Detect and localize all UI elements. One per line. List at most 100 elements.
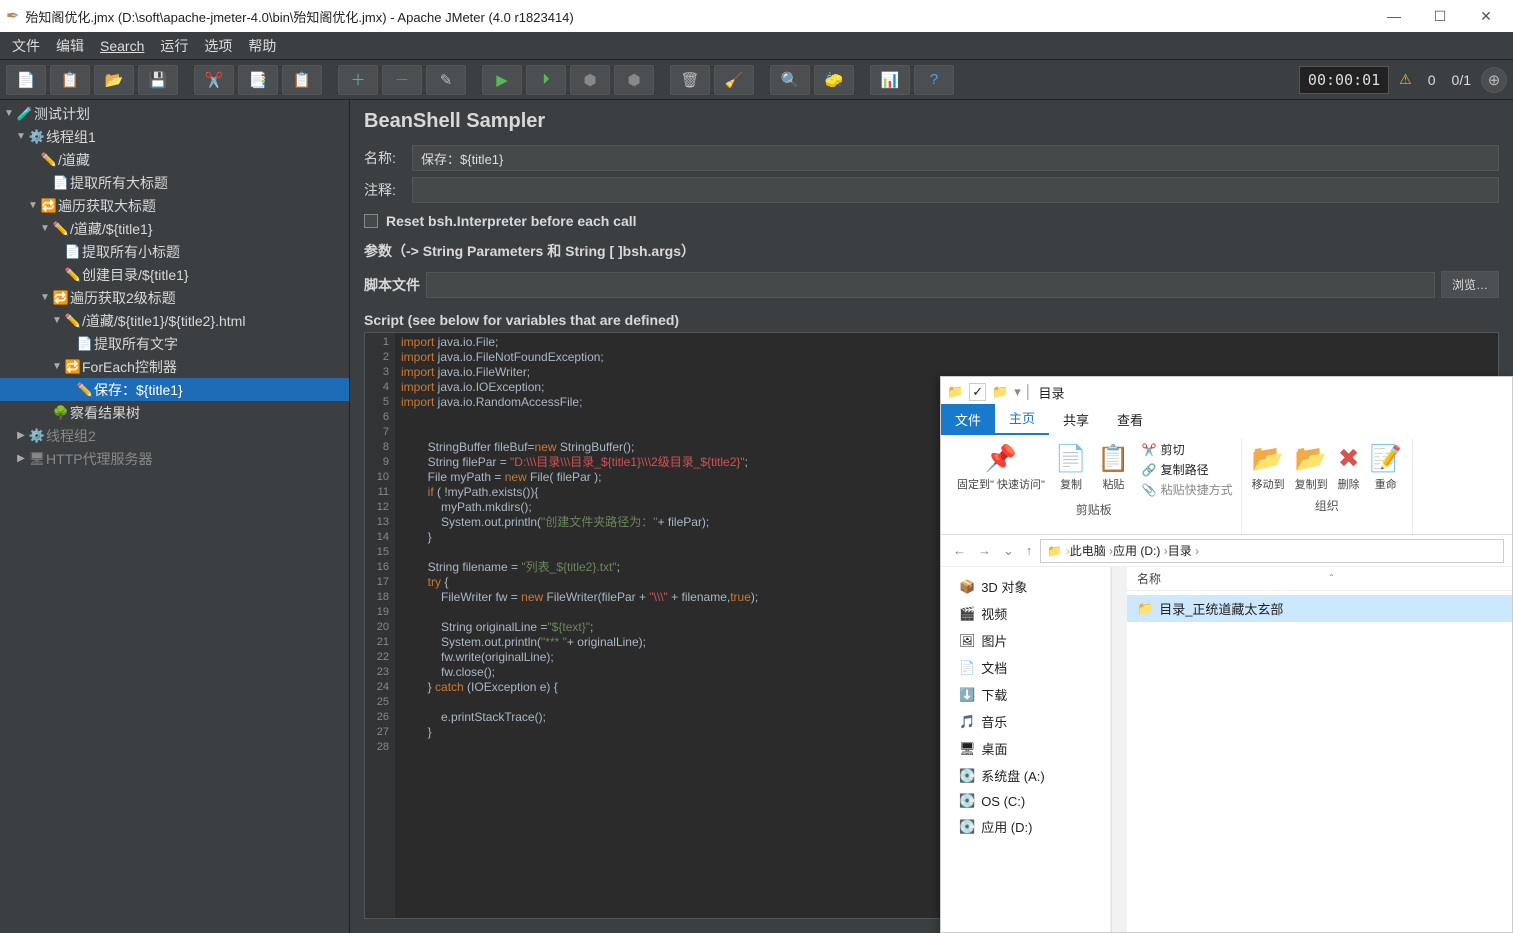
nav-item[interactable]: 🎬视频 [941, 600, 1110, 627]
minimize-button[interactable]: — [1371, 0, 1417, 32]
cut-button-exp[interactable]: ✂️剪切 [1142, 441, 1233, 458]
ribbon-tabs: 文件 主页 共享 查看 [941, 407, 1512, 435]
delete-button[interactable]: ✖删除 [1336, 441, 1362, 494]
new-button[interactable]: 📄 [6, 65, 46, 95]
tree-node[interactable]: ▶⚙️线程组2 [0, 424, 349, 447]
tree-node[interactable]: ▶🖥HTTP代理服务器 [0, 447, 349, 470]
copy-button-exp[interactable]: 📄复制 [1053, 441, 1089, 498]
close-button[interactable]: ✕ [1463, 0, 1509, 32]
reset-search-button[interactable]: 🧽 [814, 65, 854, 95]
scriptfile-label: 脚本文件 [364, 275, 420, 295]
warning-count: 0 [1422, 72, 1442, 88]
open-button[interactable]: 📂 [94, 65, 134, 95]
menu-file[interactable]: 文件 [4, 32, 48, 60]
tree-node[interactable]: ▼🧪测试计划 [0, 102, 349, 125]
pin-button[interactable]: 📌固定到" 快速访问" [955, 441, 1047, 498]
tree-node[interactable]: 📄提取所有大标题 [0, 171, 349, 194]
warning-icon: ⚠ [1393, 71, 1418, 88]
tree-node[interactable]: ▼🔁ForEach控制器 [0, 355, 349, 378]
name-input[interactable] [412, 145, 1499, 171]
group-organize: 组织 [1315, 494, 1339, 514]
nav-item[interactable]: ⬇️下载 [941, 681, 1110, 708]
toggle-button[interactable]: ✎ [426, 65, 466, 95]
clear-all-button[interactable]: 🧹 [714, 65, 754, 95]
moveto-button[interactable]: 📂移动到 [1250, 441, 1287, 494]
start-button[interactable]: ▶ [482, 65, 522, 95]
tab-view[interactable]: 查看 [1103, 404, 1157, 435]
tree-node[interactable]: ✏️保存：${title1} [0, 378, 349, 401]
test-plan-tree[interactable]: ▼🧪测试计划▼⚙️线程组1✏️/道藏📄提取所有大标题▼🔁遍历获取大标题▼✏️/道… [0, 100, 350, 933]
nav-scrollbar[interactable] [1111, 567, 1127, 932]
paste-button[interactable]: 📋 [282, 65, 322, 95]
back-button[interactable]: ← [949, 543, 970, 558]
pasteshort-button[interactable]: 📎粘贴快捷方式 [1142, 481, 1233, 498]
rename-button[interactable]: 📝重命 [1368, 441, 1404, 494]
browse-button[interactable]: 浏览… [1441, 271, 1499, 298]
paste-button-exp[interactable]: 📋粘贴 [1095, 441, 1131, 498]
tree-node[interactable]: ▼✏️/道藏/${title1} [0, 217, 349, 240]
copypath-button[interactable]: 🔗复制路径 [1142, 461, 1233, 478]
search-tree-button[interactable]: 🔍 [770, 65, 810, 95]
tree-node[interactable]: 🌳察看结果树 [0, 401, 349, 424]
expand-button[interactable]: ＋ [338, 65, 378, 95]
menu-help[interactable]: 帮助 [240, 32, 284, 60]
nav-item[interactable]: 📄文档 [941, 654, 1110, 681]
templates-button[interactable]: 📋 [50, 65, 90, 95]
qs-icon: ✓ [969, 383, 986, 401]
tree-node[interactable]: 📄提取所有文字 [0, 332, 349, 355]
tree-node[interactable]: ▼✏️/道藏/${title1}/${title2}.html [0, 309, 349, 332]
nav-item[interactable]: 💽系统盘 (A:) [941, 762, 1110, 789]
tree-node[interactable]: ✏️/道藏 [0, 148, 349, 171]
tab-share[interactable]: 共享 [1049, 404, 1103, 435]
save-button[interactable]: 💾 [138, 65, 178, 95]
nav-item[interactable]: 💽应用 (D:) [941, 813, 1110, 840]
nav-item[interactable]: 🖼图片 [941, 627, 1110, 654]
tab-home[interactable]: 主页 [995, 402, 1049, 435]
breadcrumb[interactable]: 📁 › 此电脑 应用 (D:) 目录 [1040, 539, 1504, 563]
tab-file[interactable]: 文件 [941, 404, 995, 435]
file-item[interactable]: 📁 目录_正统道藏太玄部 [1127, 595, 1512, 622]
function-helper-button[interactable]: 📊 [870, 65, 910, 95]
column-header[interactable]: 名称 ˆ [1127, 567, 1512, 591]
comment-label: 注释: [364, 180, 412, 200]
cut-button[interactable]: ✂️ [194, 65, 234, 95]
maximize-button[interactable]: ☐ [1417, 0, 1463, 32]
tree-node[interactable]: ✏️创建目录/${title1} [0, 263, 349, 286]
scriptfile-input[interactable] [426, 272, 1435, 298]
tree-node[interactable]: 📄提取所有小标题 [0, 240, 349, 263]
shutdown-button[interactable]: ⬢ [614, 65, 654, 95]
nav-pane[interactable]: 📦3D 对象🎬视频🖼图片📄文档⬇️下载🎵音乐🖥桌面💽系统盘 (A:)💽OS (C… [941, 567, 1111, 932]
tree-node[interactable]: ▼🔁遍历获取2级标题 [0, 286, 349, 309]
file-explorer: 📁 ✓ 📁 ▾ │ 目录 文件 主页 共享 查看 📌固定到" 快速访问" 📄复制… [940, 376, 1513, 933]
line-gutter: 1234567891011121314151617181920212223242… [365, 333, 395, 918]
tree-node[interactable]: ▼⚙️线程组1 [0, 125, 349, 148]
menu-edit[interactable]: 编辑 [48, 32, 92, 60]
tree-node[interactable]: ▼🔁遍历获取大标题 [0, 194, 349, 217]
window-title: 殆知阁优化.jmx (D:\soft\apache-jmeter-4.0\bin… [25, 7, 1371, 26]
stop-button[interactable]: ⬢ [570, 65, 610, 95]
window-titlebar: ✒ 殆知阁优化.jmx (D:\soft\apache-jmeter-4.0\b… [0, 0, 1513, 32]
clear-button[interactable]: 🗑 [670, 65, 710, 95]
nav-item[interactable]: 💽OS (C:) [941, 789, 1110, 813]
collapse-button[interactable]: － [382, 65, 422, 95]
explorer-title: 目录 [1039, 383, 1065, 402]
nav-item[interactable]: 📦3D 对象 [941, 573, 1110, 600]
copy-button[interactable]: 📑 [238, 65, 278, 95]
group-clipboard: 剪贴板 [1076, 498, 1112, 518]
start-no-pause-button[interactable]: ⏵ [526, 65, 566, 95]
nav-item[interactable]: 🖥桌面 [941, 735, 1110, 762]
recent-drop[interactable]: ⌄ [999, 543, 1018, 559]
menu-search[interactable]: Search [92, 34, 152, 58]
menu-run[interactable]: 运行 [152, 32, 196, 60]
help-button[interactable]: ? [914, 65, 954, 95]
menu-options[interactable]: 选项 [196, 32, 240, 60]
threads-icon[interactable]: ⊕ [1481, 67, 1507, 93]
elapsed-time: 00:00:01 [1299, 66, 1389, 94]
app-icon: ✒ [6, 6, 19, 26]
nav-item[interactable]: 🎵音乐 [941, 708, 1110, 735]
copyto-button[interactable]: 📂复制到 [1293, 441, 1330, 494]
comment-input[interactable] [412, 177, 1499, 203]
forward-button[interactable]: → [974, 543, 995, 558]
up-button[interactable]: ↑ [1022, 543, 1037, 558]
reset-checkbox[interactable] [364, 214, 378, 228]
